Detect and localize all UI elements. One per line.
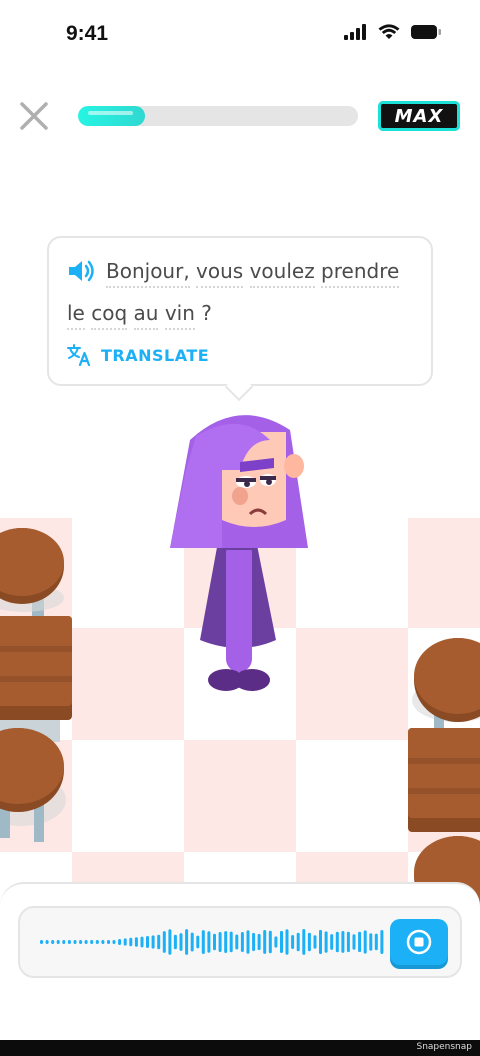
waveform-bar (173, 934, 177, 950)
waveform-bar (252, 932, 256, 952)
footer-bar (0, 1040, 480, 1056)
prompt-word[interactable]: coq (91, 301, 128, 330)
play-audio-button[interactable] (67, 258, 97, 284)
speaker-icon (69, 260, 94, 282)
waveform-bar (168, 929, 172, 955)
prompt-line-2: le coq au vin ? (67, 301, 212, 330)
waveform-bar (73, 940, 77, 944)
waveform-bar (162, 931, 166, 953)
waveform-bar (380, 930, 384, 954)
waveform-bar (51, 940, 55, 944)
status-icons (344, 24, 442, 40)
waveform-bar (95, 940, 99, 944)
watermark: Snapensnap (416, 1042, 472, 1052)
waveform-bar (280, 930, 283, 953)
waveform-bar (201, 930, 205, 954)
lesson-progress-bar (78, 106, 358, 126)
lesson-progress-fill (78, 106, 146, 126)
waveform-bar (218, 932, 222, 952)
prompt-word[interactable]: voulez (249, 259, 315, 288)
waveform-bar (196, 935, 200, 949)
waveform-bar (213, 933, 216, 951)
prompt-word[interactable]: vin (164, 301, 195, 330)
waveform-bar (352, 934, 356, 950)
waveform-bar (374, 933, 378, 951)
waveform-bar (291, 935, 295, 949)
max-badge[interactable]: MAX (378, 101, 460, 131)
waveform-bar (358, 931, 362, 953)
wifi-icon (378, 24, 400, 39)
speech-bubble: Bonjour, vous voulez prendre le coq au v… (47, 236, 433, 386)
prompt-word[interactable]: prendre (321, 259, 400, 288)
waveform-bar (341, 931, 345, 953)
waveform-bar (118, 939, 122, 945)
waveform-bar (84, 940, 88, 944)
waveform-bar (313, 935, 317, 949)
waveform-bar (157, 934, 161, 950)
waveform-bar (140, 936, 144, 948)
translate-label: TRANSLATE (101, 345, 210, 365)
waveform-bar (224, 931, 228, 953)
prompt-word[interactable]: au (133, 301, 159, 330)
prompt-punctuation: ? (194, 301, 212, 325)
status-bar: 9:41 (0, 0, 480, 72)
prompt-word[interactable]: le (67, 301, 85, 330)
waveform-bar (319, 929, 322, 955)
waveform-bar (268, 930, 272, 954)
waveform-bar (235, 934, 239, 950)
waveform-bar (129, 937, 133, 947)
waveform-bar (246, 930, 250, 954)
waveform-bar (123, 938, 127, 946)
status-time: 9:41 (66, 22, 109, 45)
waveform-bar (185, 929, 189, 955)
waveform-bar (107, 940, 110, 944)
waveform-bar (263, 930, 267, 954)
voice-recorder (18, 906, 462, 978)
waveform-bar (190, 932, 194, 952)
waveform-bar (335, 931, 339, 953)
right-table (408, 728, 480, 832)
waveform-bar (307, 932, 311, 952)
waveform-bar (324, 931, 328, 953)
max-badge-label: MAX (394, 105, 444, 127)
waveform-bar (40, 940, 43, 944)
waveform-bar (179, 933, 183, 951)
waveform-bar (56, 940, 60, 944)
waveform-bar (302, 929, 306, 955)
audio-waveform (40, 929, 384, 955)
left-stool-top (0, 528, 64, 620)
waveform-bar (146, 936, 149, 948)
waveform-bar (90, 940, 94, 944)
waveform-bar (296, 932, 300, 952)
waveform-bar (285, 929, 289, 955)
waveform-bar (101, 940, 105, 944)
waveform-bar (346, 931, 350, 953)
battery-icon (411, 25, 441, 39)
prompt-word[interactable]: vous (196, 259, 244, 288)
waveform-bar (45, 940, 49, 944)
waveform-bar (62, 940, 66, 944)
translate-icon (67, 344, 91, 366)
close-button[interactable] (16, 98, 52, 134)
prompt-word[interactable]: Bonjour, (106, 259, 190, 288)
waveform-bar (330, 934, 334, 950)
waveform-bar (240, 932, 244, 952)
waveform-bar (134, 937, 138, 947)
waveform-bar (369, 933, 373, 951)
waveform-bar (112, 940, 116, 944)
waveform-bar (79, 940, 83, 944)
waveform-bar (207, 931, 211, 953)
waveform-bar (257, 933, 261, 951)
waveform-bar (151, 935, 155, 949)
waveform-bar (274, 936, 278, 948)
stop-icon (406, 929, 432, 955)
signal-icon (344, 24, 366, 40)
stop-recording-button[interactable] (390, 919, 448, 965)
waveform-bar (363, 930, 367, 954)
close-icon (20, 102, 48, 130)
prompt-line-1: Bonjour, vous voulez prendre (106, 259, 400, 288)
waveform-bar (67, 940, 71, 944)
translate-button[interactable]: TRANSLATE (67, 344, 209, 366)
waveform-bar (229, 931, 233, 953)
